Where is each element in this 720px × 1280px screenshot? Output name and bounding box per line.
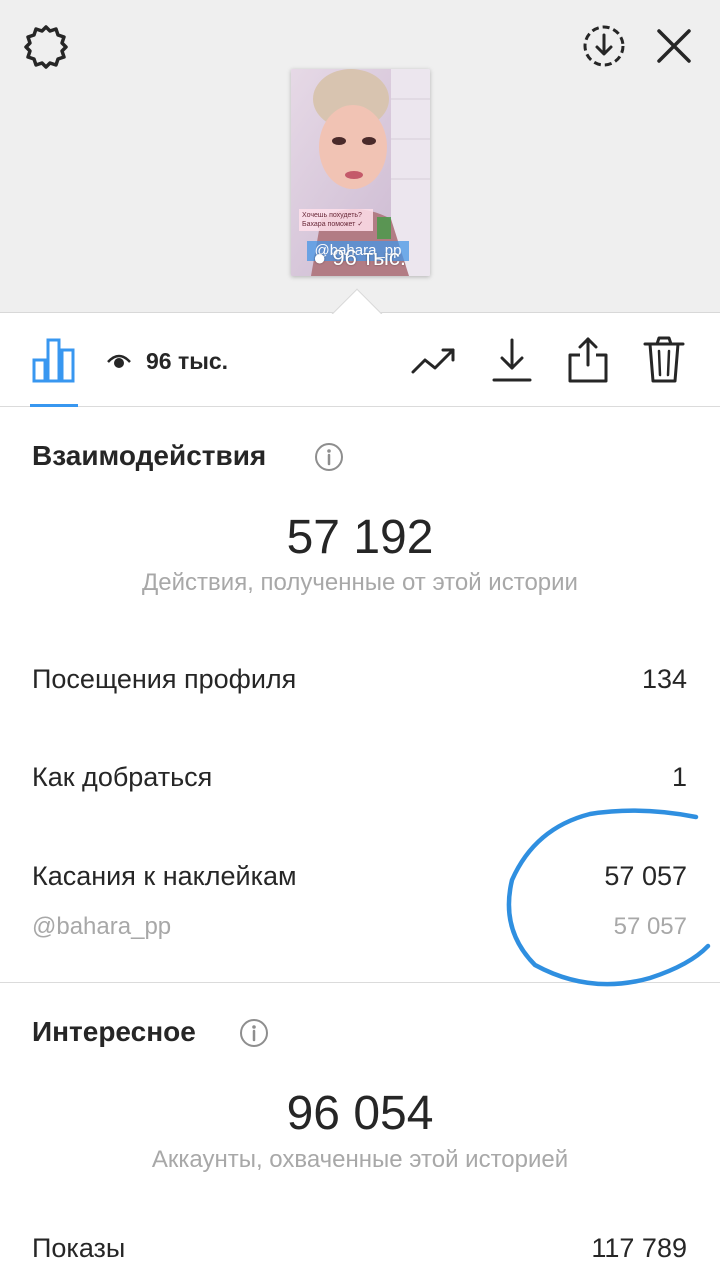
interactions-total: 57 192 [286, 511, 434, 564]
section-divider [0, 982, 720, 983]
settings-icon[interactable] [20, 22, 72, 72]
directions-label: Как добраться [32, 762, 213, 792]
story-preview-area: Хочешь похудеть? Бахара поможет ✓ @bahar… [0, 0, 720, 313]
discovery-total-desc: Аккаунты, охваченные этой историей [151, 1146, 569, 1173]
share-icon[interactable] [562, 334, 614, 386]
views-count: 96 тыс. [146, 347, 229, 374]
eye-icon: ● [313, 245, 327, 270]
discovery-total: 96 054 [286, 1087, 434, 1140]
sticker-taps-value: 57 057 [604, 861, 687, 891]
profile-visits-value: 134 [641, 664, 687, 694]
eye-icon [107, 354, 131, 368]
impressions-value: 117 789 [591, 1233, 687, 1263]
story-thumbnail[interactable]: Хочешь похудеть? Бахара поможет ✓ @bahar… [291, 69, 430, 276]
delete-icon[interactable] [638, 334, 690, 386]
interactions-total-desc: Действия, полученные от этой истории [142, 569, 578, 596]
info-icon[interactable] [314, 442, 344, 472]
story-toolbar: 96 тыс. [0, 314, 720, 407]
sticker-handle-label: @bahara_pp [32, 913, 172, 940]
impressions-label: Показы [32, 1233, 126, 1263]
story-views-overlay: ● 96 тыс. [313, 246, 406, 270]
sticker-handle-value: 57 057 [613, 913, 687, 940]
discovery-title: Интересное [32, 1016, 196, 1047]
interactions-title: Взаимодействия [32, 440, 267, 471]
bar-chart-icon [32, 338, 75, 383]
save-story-icon[interactable] [578, 20, 630, 72]
insights-tab[interactable] [30, 336, 78, 384]
directions-value: 1 [671, 762, 687, 792]
active-tab-indicator [30, 404, 78, 407]
story-views-count: 96 тыс. [332, 245, 407, 270]
profile-visits-label: Посещения профиля [32, 664, 297, 694]
promote-icon[interactable] [408, 334, 460, 386]
story-caption-sticker: Хочешь похудеть? Бахара поможет ✓ [299, 209, 373, 231]
close-icon[interactable] [648, 20, 700, 72]
sticker-taps-label: Касания к наклейкам [32, 861, 297, 891]
views-summary[interactable]: 96 тыс. [106, 346, 228, 376]
download-icon[interactable] [486, 334, 538, 386]
info-icon[interactable] [239, 1018, 269, 1048]
